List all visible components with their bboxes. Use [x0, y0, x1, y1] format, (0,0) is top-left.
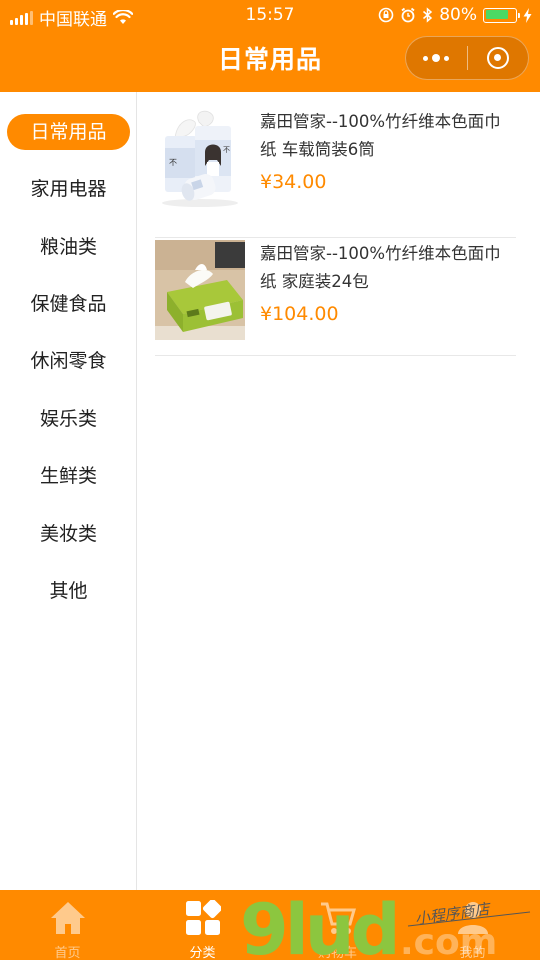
home-icon: [50, 902, 85, 934]
tab-label: 首页: [54, 946, 81, 960]
product-name: 嘉田管家--100%竹纤维本色面巾纸 家庭装24包: [260, 244, 501, 291]
sidebar-item-entertainment[interactable]: 娱乐类: [7, 401, 130, 437]
battery-level: [485, 10, 508, 19]
bluetooth-icon: [423, 7, 433, 23]
product-name: 嘉田管家--100%竹纤维本色面巾纸 车载筒装6筒: [260, 112, 501, 159]
close-button[interactable]: [468, 37, 529, 79]
more-icon: [423, 54, 450, 62]
battery-percent: 80%: [439, 5, 477, 25]
mini-program-capsule: [405, 36, 529, 80]
category-icon: [185, 900, 221, 935]
svg-text:不: 不: [223, 146, 230, 154]
category-sidebar: 日常用品 家用电器 粮油类 保健食品 休闲零食 娱乐类 生鲜类 美妆类 其他: [0, 92, 137, 890]
tab-home[interactable]: 首页: [0, 890, 135, 960]
product-item[interactable]: 不 不 嘉田管家--100%竹纤维本色面巾纸 车载筒装6筒 ¥34.00: [155, 108, 516, 238]
alarm-icon: [401, 7, 415, 23]
product-price: ¥34.00: [260, 171, 327, 193]
status-right: 80%: [378, 5, 532, 25]
orientation-lock-icon: [378, 7, 394, 23]
tissue-canisters-image: 不 不: [155, 108, 245, 208]
sidebar-item-daily-goods[interactable]: 日常用品: [7, 114, 130, 150]
sidebar-item-snacks[interactable]: 休闲零食: [7, 343, 130, 379]
more-button[interactable]: [406, 37, 467, 79]
sidebar-item-other[interactable]: 其他: [7, 573, 130, 609]
product-item[interactable]: 嘉田管家--100%竹纤维本色面巾纸 家庭装24包 ¥104.00: [155, 240, 516, 356]
close-target-icon: [486, 47, 509, 69]
watermark-logo: 9lud .com 小程序商店: [240, 889, 531, 960]
header: 中国联通 15:57 80% 日常用品: [0, 0, 540, 92]
sidebar-item-appliances[interactable]: 家用电器: [7, 171, 130, 207]
sidebar-item-grain-oil[interactable]: 粮油类: [7, 229, 130, 265]
svg-text:不: 不: [169, 158, 177, 167]
sidebar-item-fresh[interactable]: 生鲜类: [7, 458, 130, 494]
app-screen: 中国联通 15:57 80% 日常用品 日常用品 家用电器 粮油类 保健食品 休…: [0, 0, 540, 960]
product-price: ¥104.00: [260, 303, 339, 325]
battery-icon: [483, 7, 520, 23]
tissue-pack-image: [155, 240, 245, 340]
charging-icon: [523, 7, 532, 23]
sidebar-item-beauty[interactable]: 美妆类: [7, 516, 130, 552]
watermark-brand: 9lud: [240, 889, 397, 960]
status-bar: 中国联通 15:57 80%: [0, 0, 540, 30]
sidebar-item-health-food[interactable]: 保健食品: [7, 286, 130, 322]
watermark-domain: .com: [400, 922, 497, 960]
